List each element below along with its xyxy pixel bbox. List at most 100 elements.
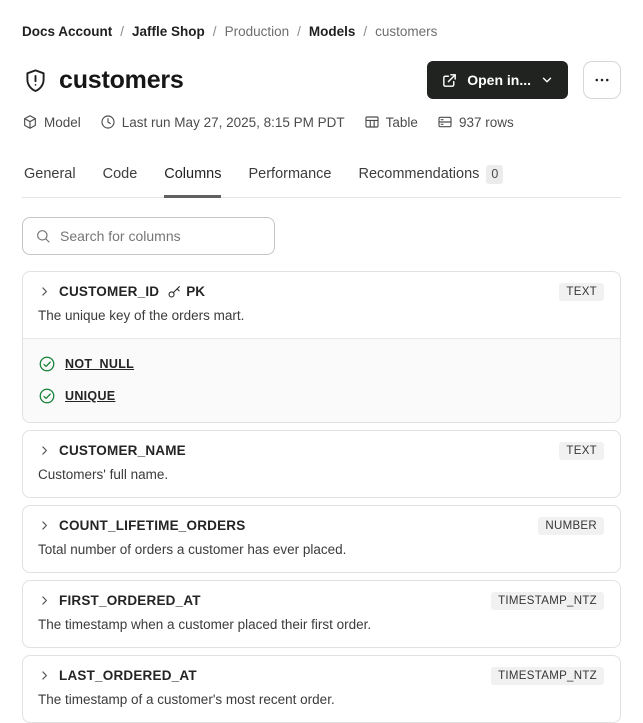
tab-label: Recommendations [358,166,480,183]
breadcrumb-separator: / [363,24,368,39]
test-row: UNIQUE [38,380,604,412]
title-wrap: customers [22,66,184,95]
column-card: CUSTOMER_NAME TEXT Customers' full name. [22,429,621,498]
open-in-label: Open in... [467,72,531,88]
column-description: The timestamp of a customer's most recen… [38,691,335,707]
search-icon [35,228,51,244]
breadcrumb-separator: / [297,24,301,39]
breadcrumb-item-jaffle-shop[interactable]: Jaffle Shop [132,24,205,40]
meta-item: Table [364,114,418,130]
breadcrumb-item-docs-account[interactable]: Docs Account [22,24,112,40]
meta-item: Last run May 27, 2025, 8:15 PM PDT [100,114,345,130]
column-card: CUSTOMER_ID PK TEXT The unique key of the o… [22,270,621,423]
meta-label: Table [385,114,418,130]
meta-item: Model [22,114,81,130]
breadcrumb: Docs Account / Jaffle Shop / Production / Mode… [22,24,621,40]
column-name: FIRST_ORDERED_AT [59,593,201,608]
column-card-header: COUNT_LIFETIME_ORDERS NUMBER [23,506,620,535]
meta-icon-wrap [22,114,38,130]
column-type-badge: TEXT [559,441,604,460]
column-description: The unique key of the orders mart. [38,307,245,323]
column-card-header: CUSTOMER_NAME TEXT [23,431,620,460]
meta-item: 937 rows [437,114,514,130]
key-icon [167,284,182,299]
column-description: The timestamp when a customer placed the… [38,616,372,632]
check-circle-icon [38,355,56,373]
expand-chevron-right-icon[interactable] [38,669,51,682]
model-page: Docs Account / Jaffle Shop / Production / Mode… [0,0,643,723]
cube-icon [22,114,38,130]
test-link-not_null[interactable]: NOT_NULL [65,357,134,371]
key-icon [167,284,182,299]
meta-icon-wrap [364,114,380,130]
table-icon [364,114,380,130]
pk-label: PK [186,284,205,299]
tab-recommendations[interactable]: Recommendations 0 [359,165,504,198]
column-search [22,216,275,255]
search-icon [35,228,51,244]
tab-columns[interactable]: Columns [164,165,222,198]
breadcrumb-item-production[interactable]: Production [225,24,290,40]
external-link-icon [441,72,458,89]
column-name: CUSTOMER_NAME [59,443,186,458]
page-title: customers [59,65,184,94]
column-type-badge: TIMESTAMP_NTZ [491,591,604,610]
tab-performance[interactable]: Performance [248,165,331,198]
meta-icon-wrap [100,114,116,130]
chevron-down-icon [540,73,554,87]
tab-code[interactable]: Code [103,165,138,198]
column-description: Total number of orders a customer has ev… [38,541,347,557]
expand-chevron-right-icon[interactable] [38,444,51,457]
tab-badge: 0 [486,165,504,184]
clock-icon [100,114,116,130]
meta-label: Model [44,114,81,130]
meta-label: Last run May 27, 2025, 8:15 PM PDT [121,114,345,130]
search-input[interactable] [60,227,262,244]
external-link-icon [441,72,458,89]
column-card: FIRST_ORDERED_AT TIMESTAMP_NTZ The timesta… [22,579,621,648]
column-card: LAST_ORDERED_AT TIMESTAMP_NTZ The timestam… [22,654,621,723]
expand-chevron-right-icon[interactable] [38,285,51,298]
breadcrumb-item-customers[interactable]: customers [375,24,437,40]
breadcrumb-item-models[interactable]: Models [309,24,356,40]
column-name: LAST_ORDERED_AT [59,668,197,683]
breadcrumb-separator: / [212,24,217,39]
column-name: COUNT_LIFETIME_ORDERS [59,518,246,533]
tab-label: Columns [164,166,222,183]
test-link-unique[interactable]: UNIQUE [65,389,115,403]
open-in-button[interactable]: Open in... [427,61,568,99]
expand-chevron-right-icon[interactable] [38,519,51,532]
ellipsis-icon [593,71,611,89]
tab-label: Code [102,166,138,183]
expand-chevron-right-icon[interactable] [38,594,51,607]
column-type-badge: TIMESTAMP_NTZ [491,666,604,685]
tab-label: General [24,166,76,183]
primary-key-indicator: PK [167,284,205,299]
chevron-down-icon [540,73,554,87]
column-description: Customers' full name. [38,466,169,482]
tab-bar: General Code Columns Performance Recommendat… [22,165,621,198]
column-card: COUNT_LIFETIME_ORDERS NUMBER Total number … [22,504,621,573]
test-row: NOT_NULL [38,348,604,380]
meta-icon-wrap [437,114,453,130]
column-type-badge: TEXT [559,282,604,301]
column-card-header: CUSTOMER_ID PK TEXT [23,272,620,301]
tab-label: Performance [248,166,332,183]
column-tests: NOT_NULL UNIQUE [23,337,620,422]
shield-alert-icon [22,67,49,94]
column-list: CUSTOMER_ID PK TEXT The unique key of the o… [22,270,621,723]
model-meta-row: Model Last run May 27, 2025, 8:15 PM PDT T… [22,114,621,130]
rows-icon [437,114,453,130]
column-card-header: LAST_ORDERED_AT TIMESTAMP_NTZ [23,656,620,685]
breadcrumb-separator: / [120,24,125,39]
check-circle-icon [38,387,56,405]
check-circle-icon [38,355,56,373]
meta-label: 937 rows [458,114,514,130]
page-header: customers Open in... [22,61,621,99]
header-actions: Open in... [427,61,621,99]
tab-general[interactable]: General [24,165,76,198]
more-actions-button[interactable] [583,61,621,99]
check-circle-icon [38,387,56,405]
ellipsis-icon [593,71,611,89]
column-type-badge: NUMBER [538,516,604,535]
